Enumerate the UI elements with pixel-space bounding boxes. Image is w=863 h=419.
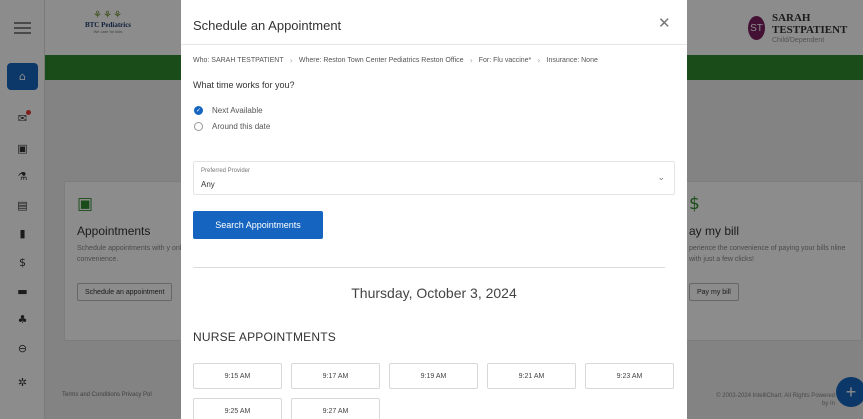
section-heading: NURSE APPOINTMENTS [193,330,336,344]
time-slot[interactable]: 9:21 AM [487,363,576,389]
breadcrumb-insurance[interactable]: Insurance: None [547,57,598,64]
chevron-right-icon: › [469,56,473,65]
chevron-down-icon: ⌄ [657,173,665,183]
close-icon[interactable]: ✕ [658,14,671,32]
chevron-right-icon: › [537,56,541,65]
breadcrumb-who[interactable]: Who: SARAH TESTPATIENT [193,57,284,64]
date-heading: Thursday, October 3, 2024 [351,285,517,301]
divider [193,267,665,268]
time-slot[interactable]: 9:15 AM [193,363,282,389]
time-slot[interactable]: 9:27 AM [291,398,380,419]
radio-checked-icon[interactable]: ✓ [194,106,203,115]
breadcrumb-where[interactable]: Where: Reston Town Center Pediatrics Res… [299,57,464,64]
option-next-available[interactable]: ✓ Next Available [194,106,263,115]
time-slot[interactable]: 9:25 AM [193,398,282,419]
modal-title: Schedule an Appointment [193,18,342,33]
breadcrumb-for[interactable]: For: Flu vaccine* [479,57,532,64]
time-slot[interactable]: 9:17 AM [291,363,380,389]
preferred-provider-select[interactable]: Preferred Provider Any ⌄ [193,161,675,195]
search-appointments-button[interactable]: Search Appointments [193,211,323,239]
time-question: What time works for you? [193,80,295,90]
divider [181,44,687,45]
time-slot-grid: 9:15 AM 9:17 AM 9:19 AM 9:21 AM 9:23 AM … [193,363,679,419]
option-around-date[interactable]: Around this date [194,122,270,131]
radio-unchecked-icon[interactable] [194,122,203,131]
time-slot[interactable]: 9:19 AM [389,363,478,389]
schedule-modal: Schedule an Appointment ✕ Who: SARAH TES… [181,0,687,419]
chevron-right-icon: › [289,56,293,65]
breadcrumb: Who: SARAH TESTPATIENT › Where: Reston T… [193,56,598,65]
time-slot[interactable]: 9:23 AM [585,363,674,389]
